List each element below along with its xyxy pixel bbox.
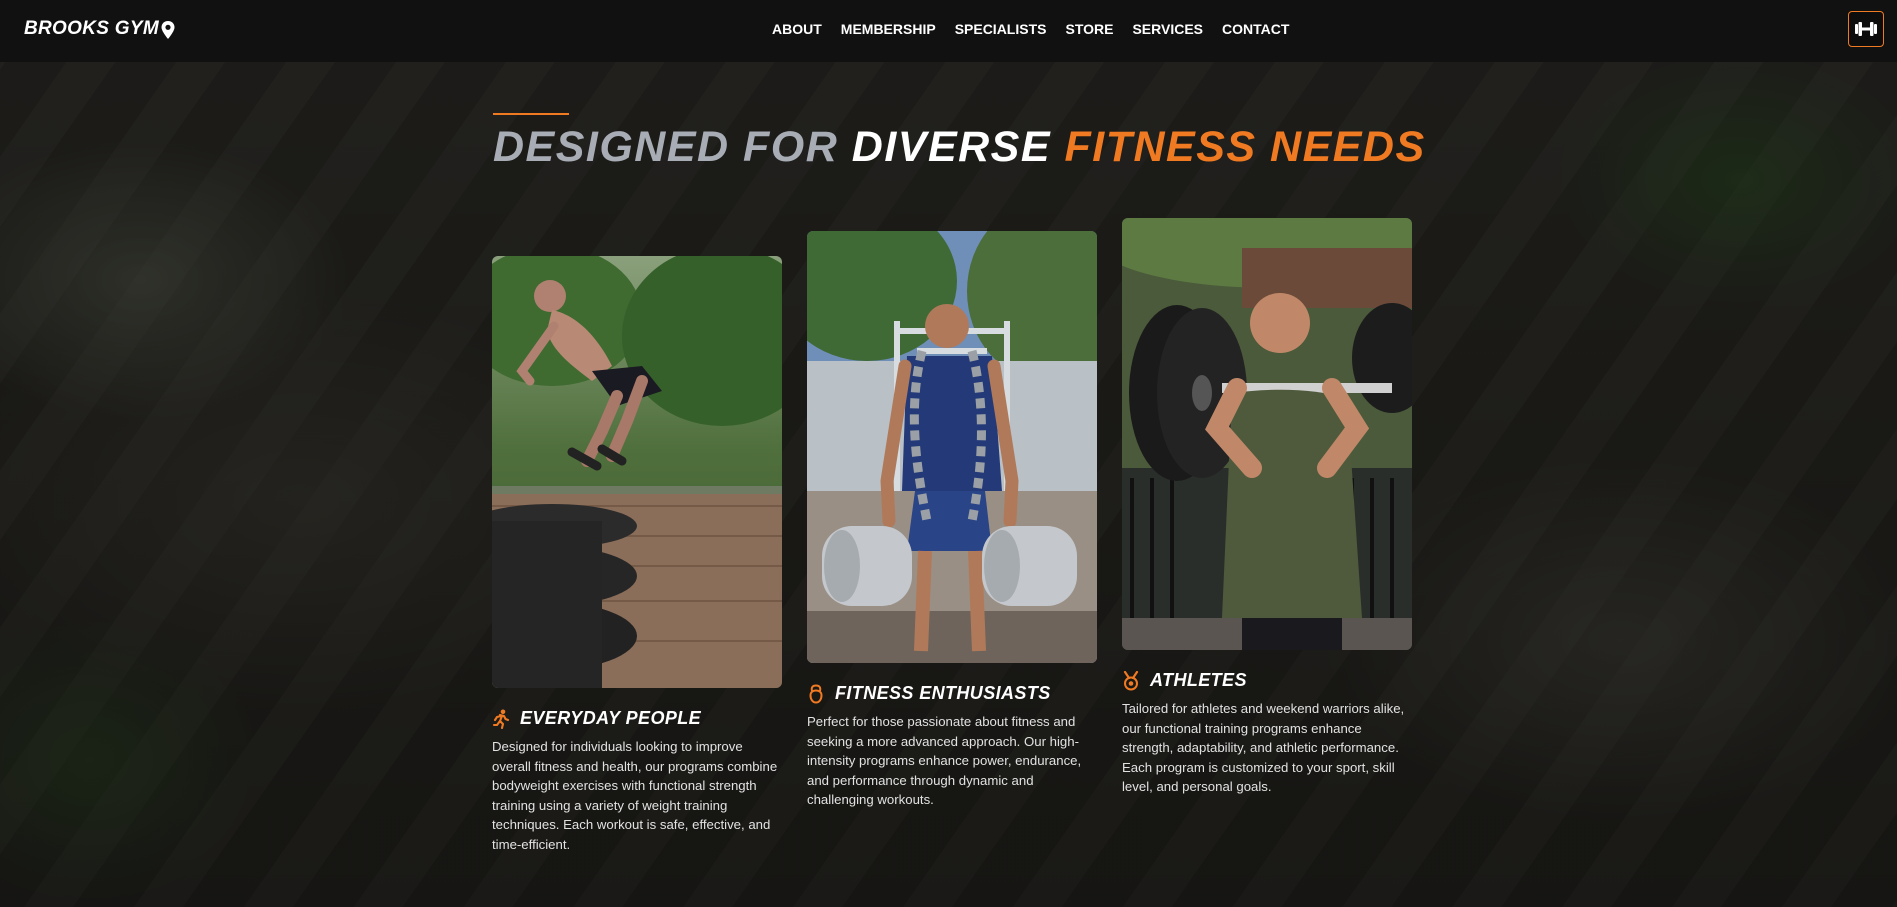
brand-logo[interactable]: BROOKS GYM — [24, 18, 159, 40]
nav-services[interactable]: SERVICES — [1132, 21, 1203, 37]
medal-icon — [1123, 670, 1139, 690]
card-description: Perfect for those passionate about fitne… — [807, 714, 1082, 807]
card-title: EVERYDAY PEOPLE — [520, 708, 702, 728]
running-person-icon — [492, 709, 510, 729]
card-title-row: FITNESS ENTHUSIASTS — [807, 683, 1097, 704]
card-title-row: ATHLETES — [1122, 670, 1412, 691]
nav-store[interactable]: STORE — [1065, 21, 1113, 37]
heading-part-fitness-needs: FITNESS NEEDS — [1064, 123, 1426, 171]
nav-specialists[interactable]: SPECIALISTS — [955, 21, 1047, 37]
card-description: Designed for individuals looking to impr… — [492, 739, 778, 852]
heading-accent-line — [493, 113, 569, 115]
card-title: ATHLETES — [1150, 670, 1247, 690]
heading-part-diverse: DIVERSE — [851, 123, 1052, 171]
card-description: Tailored for athletes and weekend warrio… — [1122, 701, 1405, 794]
nav-about[interactable]: ABOUT — [772, 21, 822, 37]
everyday-people-photo — [492, 256, 782, 688]
nav-membership[interactable]: MEMBERSHIP — [841, 21, 936, 37]
section-heading: DESIGNED FOR DIVERSE FITNESS NEEDS — [493, 123, 1426, 171]
card-everyday-people: EVERYDAY PEOPLE Designed for individuals… — [492, 256, 782, 854]
kettlebell-icon — [809, 683, 823, 704]
site-header: BROOKS GYM ABOUT MEMBERSHIP SPECIALISTS … — [0, 0, 1897, 62]
main-nav: ABOUT MEMBERSHIP SPECIALISTS STORE SERVI… — [772, 21, 1289, 37]
dumbbell-icon — [1855, 22, 1877, 36]
nav-contact[interactable]: CONTACT — [1222, 21, 1289, 37]
menu-toggle-button[interactable] — [1848, 11, 1884, 47]
heading-part-designed-for: DESIGNED FOR — [493, 123, 839, 171]
fitness-enthusiasts-photo — [807, 231, 1097, 663]
card-title: FITNESS ENTHUSIASTS — [835, 683, 1051, 703]
card-fitness-enthusiasts: FITNESS ENTHUSIASTS Perfect for those pa… — [807, 231, 1097, 810]
athletes-photo — [1122, 218, 1412, 650]
location-pin-icon[interactable] — [160, 20, 176, 40]
card-athletes: ATHLETES Tailored for athletes and weeke… — [1122, 218, 1412, 797]
card-title-row: EVERYDAY PEOPLE — [492, 708, 782, 729]
